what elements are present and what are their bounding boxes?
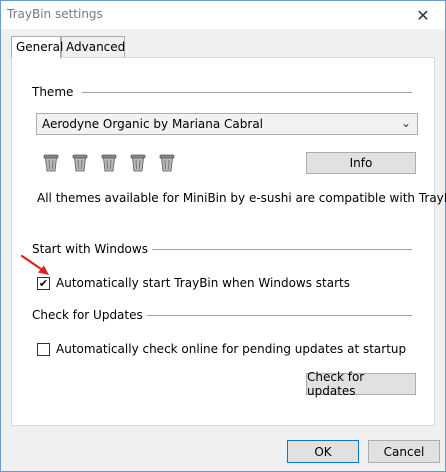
auto-check-updates-checkbox[interactable] bbox=[37, 343, 50, 356]
auto-start-label[interactable]: Automatically start TrayBin when Windows… bbox=[56, 276, 350, 290]
theme-info-button[interactable]: Info bbox=[306, 152, 416, 174]
settings-window: TrayBin settings ✕ General Advanced Them… bbox=[0, 0, 446, 472]
theme-group-divider bbox=[82, 92, 412, 93]
close-icon: ✕ bbox=[416, 5, 430, 25]
updates-group-divider bbox=[136, 315, 412, 316]
trash-bin-icon bbox=[72, 154, 88, 172]
close-button[interactable]: ✕ bbox=[401, 1, 445, 29]
trash-bin-icon bbox=[159, 154, 175, 172]
title-bar: TrayBin settings ✕ bbox=[1, 1, 445, 29]
trash-bin-icon bbox=[101, 154, 117, 172]
red-arrow-icon bbox=[20, 254, 49, 275]
trash-bin-icon bbox=[130, 154, 146, 172]
theme-group-label: Theme bbox=[32, 85, 78, 99]
auto-check-updates-label[interactable]: Automatically check online for pending u… bbox=[56, 342, 406, 356]
tab-advanced[interactable]: Advanced bbox=[61, 36, 125, 58]
checkmark-icon: ✔ bbox=[38, 277, 49, 290]
ok-button[interactable]: OK bbox=[287, 440, 359, 463]
trash-bin-icon bbox=[43, 154, 59, 172]
theme-compatibility-note: All themes available for MiniBin by e-su… bbox=[37, 191, 446, 205]
theme-selected-value: Aerodyne Organic by Mariana Cabral bbox=[42, 117, 264, 131]
cancel-button[interactable]: Cancel bbox=[368, 440, 440, 463]
general-tab-panel: Theme Aerodyne Organic by Mariana Cabral… bbox=[11, 57, 446, 426]
tab-general[interactable]: General bbox=[11, 36, 63, 59]
theme-dropdown[interactable]: Aerodyne Organic by Mariana Cabral ⌄ bbox=[36, 113, 418, 135]
check-for-updates-button[interactable]: Check for updates bbox=[306, 370, 416, 398]
startup-group-divider bbox=[142, 249, 412, 250]
window-title: TrayBin settings bbox=[7, 7, 103, 21]
updates-group-label: Check for Updates bbox=[32, 308, 147, 322]
chevron-down-icon: ⌄ bbox=[400, 116, 411, 130]
